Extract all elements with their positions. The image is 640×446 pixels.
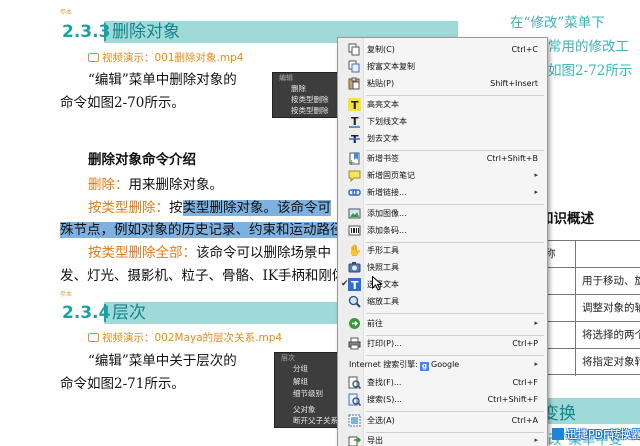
menu-item-goto[interactable]: 前往 ▸ — [339, 315, 546, 332]
copy-icon — [348, 43, 361, 56]
svg-text:+: + — [348, 158, 355, 165]
submenu-arrow-icon: ▸ — [534, 319, 538, 327]
paragraph-1-line1: “编辑”菜单中删除对象的 — [88, 72, 237, 88]
menu-item-strikeout[interactable]: T 划去文本 — [339, 130, 546, 147]
menu-item-print[interactable]: 打印(P)... Ctrl+P — [339, 335, 546, 352]
zoom-tool-icon — [348, 295, 361, 308]
video-icon — [88, 53, 99, 62]
menu-item-add-barcode[interactable]: 添加条码... — [339, 222, 546, 239]
submenu-arrow-icon: ▸ — [534, 171, 538, 179]
svg-text:T: T — [351, 99, 359, 111]
search-icon — [348, 393, 362, 407]
right-text-3: 如图2-72所示 — [548, 63, 633, 79]
table-row: 称 — [536, 240, 640, 268]
menu-item-find[interactable]: 查找(F)... Ctrl+F — [339, 374, 546, 391]
watermark-logo-icon — [552, 428, 564, 440]
add-image-icon — [348, 207, 361, 220]
paragraph-2-line2: 命令如图2-71所示。 — [60, 376, 185, 392]
submenu-arrow-icon: ▸ — [534, 188, 538, 196]
rich-copy-icon — [348, 60, 361, 73]
submenu-arrow-icon: ▸ — [534, 360, 538, 368]
video-icon — [88, 333, 99, 342]
video-link-1[interactable]: 视频演示：001删除对象.mp4 — [88, 51, 243, 65]
select-all-icon — [348, 414, 361, 427]
selected-text-2[interactable]: 殊节点，例如对象的历史记录、约束和运动路径 — [60, 222, 344, 238]
figure-2-71: 层次 分组 解组 细节级别 父对象 断开父子关系 — [274, 352, 344, 428]
link-icon — [348, 186, 361, 199]
context-menu: 复制(C) Ctrl+C 按富文本复制 粘贴(P) Shift+Insert T… — [337, 37, 548, 446]
watermark: 迅捷PDF转换器 — [552, 425, 640, 443]
mouse-cursor-icon — [372, 275, 383, 295]
section-tab-label-2: 参本 — [60, 291, 73, 298]
paste-icon — [348, 77, 361, 90]
table-row: 调整对象的轴 — [536, 294, 640, 322]
paragraph-2-line1: “编辑”菜单中关于层次的 — [88, 353, 237, 369]
menu-item-copy[interactable]: 复制(C) Ctrl+C — [339, 41, 546, 58]
video-link-2[interactable]: 视频演示：002Maya的层次关系.mp4 — [88, 331, 282, 345]
right-section-header: 变换 — [536, 398, 640, 424]
menu-item-select-all[interactable]: 全选(A) Ctrl+A — [339, 412, 546, 429]
paragraph-1-line2: 命令如图2-70所示。 — [60, 95, 185, 111]
underline-text-icon: T — [348, 115, 361, 128]
menu-item-underline[interactable]: T 下划线文本 — [339, 113, 546, 130]
selected-text[interactable]: 类型删除对象。该命令可 — [182, 200, 331, 216]
export-icon — [348, 434, 361, 446]
table-row: 将指定对象转 — [536, 348, 640, 376]
menu-item-search[interactable]: 搜索(S)... Ctrl+Shift+F — [339, 391, 546, 408]
menu-item-highlight[interactable]: T 高亮文本 — [339, 96, 546, 113]
menu-item-add-image[interactable]: 添加图像... — [339, 205, 546, 222]
svg-text:T: T — [351, 279, 359, 291]
menu-item-paste[interactable]: 粘贴(P) Shift+Insert — [339, 75, 546, 92]
snapshot-icon — [348, 261, 361, 274]
section-title: 层次 — [112, 303, 146, 323]
find-icon — [348, 376, 362, 390]
submenu-arrow-icon: ▸ — [534, 436, 538, 444]
menu-item-zoom-tool[interactable]: 缩放工具 — [339, 293, 546, 310]
table-row: 将选择的两个 — [536, 321, 640, 349]
menu-item-select-text[interactable]: ✔ T 选择文本 — [339, 276, 546, 293]
add-barcode-icon — [348, 224, 361, 237]
note-icon — [348, 169, 361, 183]
menu-item-add-bookmark[interactable]: + 新增书签 Ctrl+Shift+B — [339, 150, 546, 167]
menu-item-export[interactable]: 导出 ▸ — [339, 432, 546, 446]
right-text-1: 在“修改”菜单下 — [510, 15, 605, 31]
menu-item-internet-search[interactable]: Internet 搜索引擎: g Google ▸ — [339, 356, 546, 373]
section-tab-label: 参本 — [60, 9, 73, 16]
svg-text:T: T — [351, 115, 359, 128]
bytype-all-desc-line2: 发、灯光、摄影机、粒子、骨骼、IK手柄和刚体 — [60, 268, 346, 284]
bytype-all-desc: 按类型删除全部：该命令可以删除场景中 — [88, 245, 331, 261]
section-number: 2.3.3 — [60, 21, 111, 43]
menu-item-snapshot[interactable]: 快照工具 — [339, 259, 546, 276]
hand-tool-icon: ✋ — [348, 244, 362, 257]
goto-icon — [348, 317, 361, 330]
menu-item-add-link[interactable]: 新增链接... ▸ — [339, 184, 546, 201]
highlight-text-icon: T — [348, 98, 361, 112]
right-heading: 知识概述 — [540, 211, 594, 227]
select-text-icon: T — [348, 278, 361, 292]
right-text-2: 常用的修改工 — [548, 39, 629, 55]
delete-desc: 删除：用来删除对象。 — [88, 177, 223, 193]
google-icon: g — [420, 362, 430, 371]
bytype-desc: 按类型删除：按类型删除对象。该命令可 — [88, 200, 331, 216]
figure-2-70: 编辑 删除 按类型删除 按类型删除 — [272, 72, 342, 118]
section-number: 2.3.4 — [60, 302, 111, 324]
subheading: 删除对象命令介绍 — [88, 152, 196, 168]
bytype-desc-line2: 殊节点，例如对象的历史记录、约束和运动路径 — [60, 220, 344, 240]
menu-item-add-note[interactable]: 新增固页笔记 ▸ — [339, 167, 546, 184]
bookmark-icon: + — [348, 152, 361, 167]
menu-item-rich-copy[interactable]: 按富文本复制 — [339, 58, 546, 75]
print-icon — [348, 337, 361, 350]
strikeout-text-icon: T — [348, 132, 361, 146]
section-title: 删除对象 — [112, 22, 180, 42]
menu-item-hand-tool[interactable]: ✋ 手形工具 — [339, 242, 546, 259]
table-row: 用于移动、旋 — [536, 267, 640, 295]
